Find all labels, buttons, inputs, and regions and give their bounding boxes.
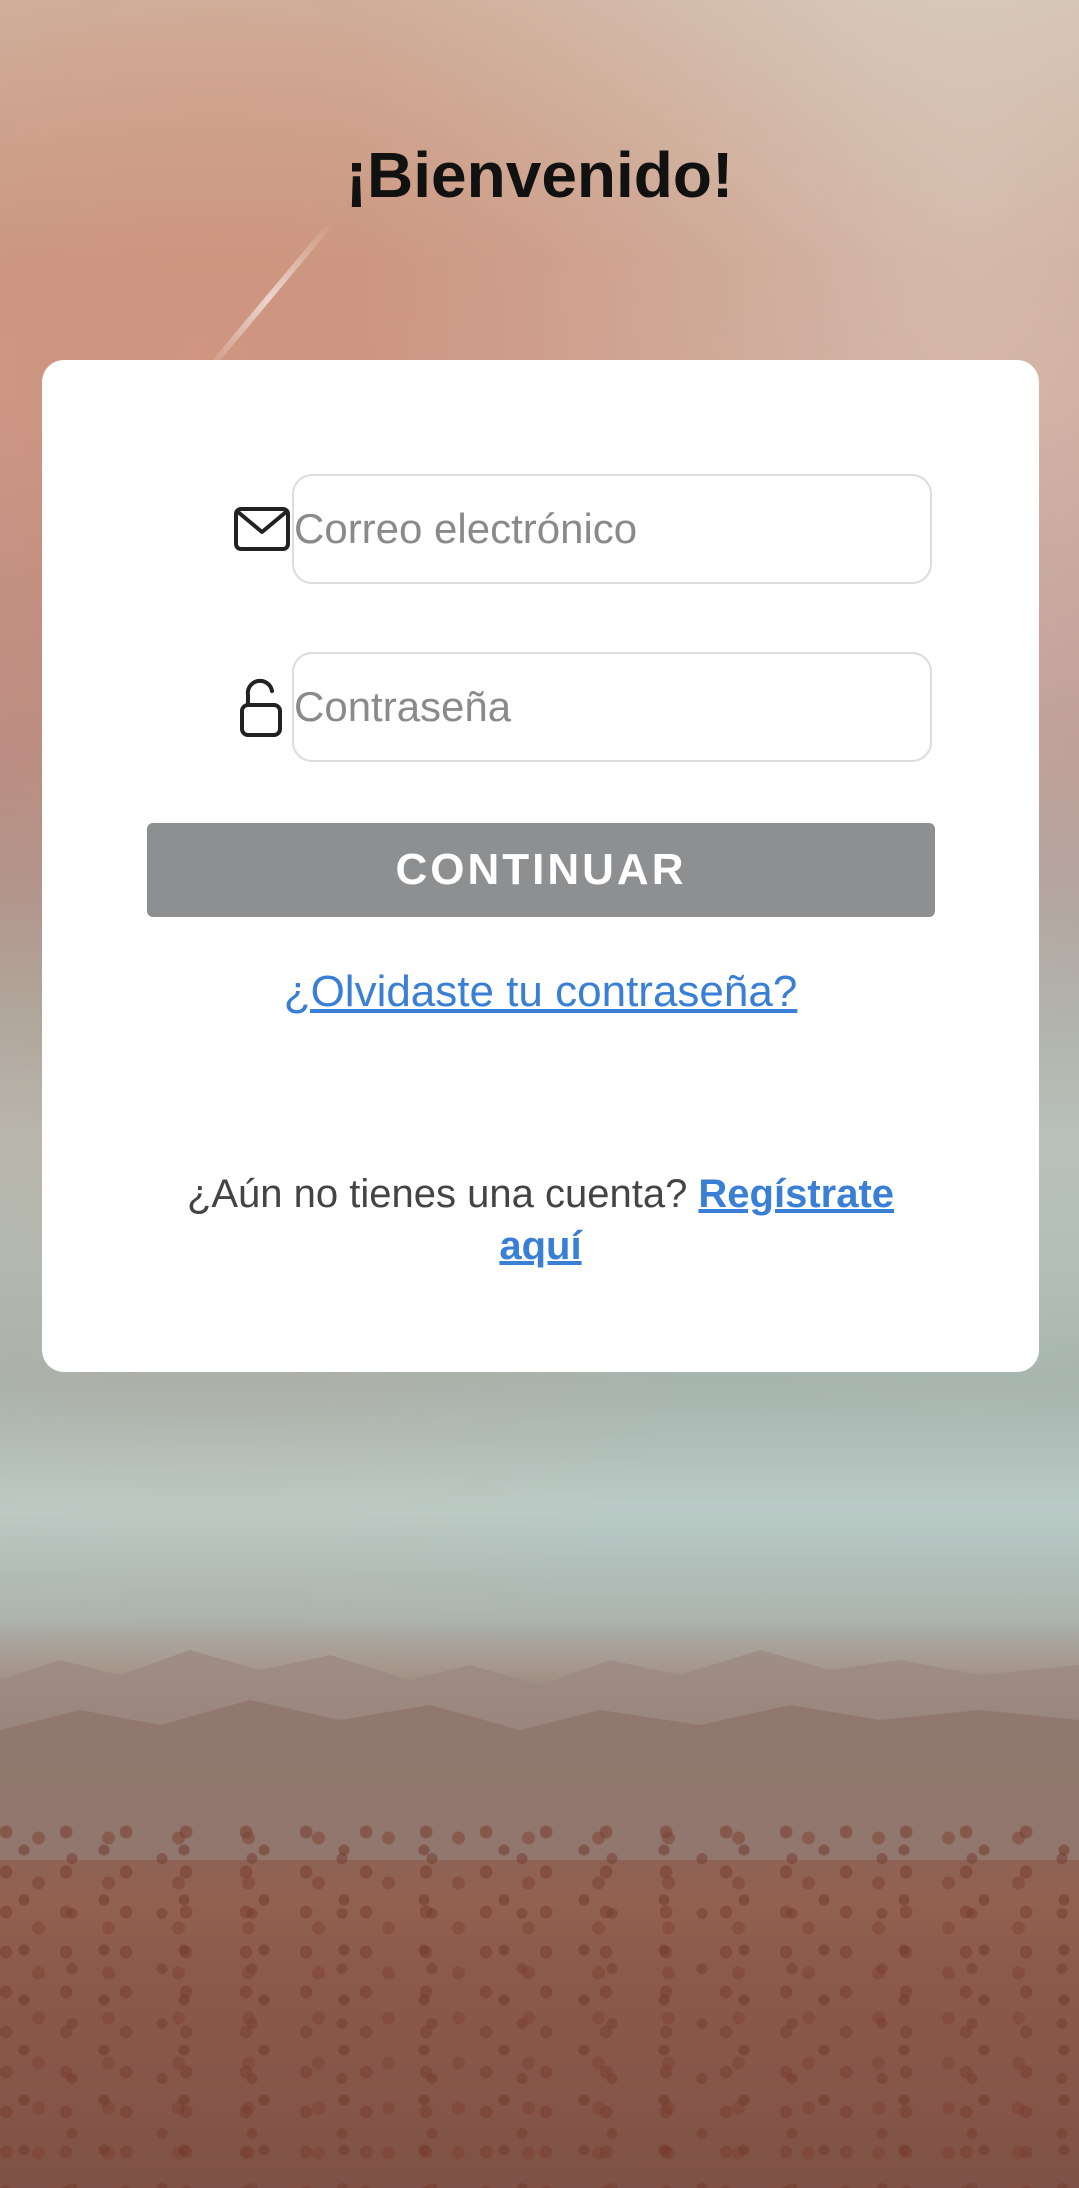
welcome-title: ¡Bienvenido! (345, 139, 734, 211)
unlocked-padlock-icon (232, 677, 292, 737)
background-haze (0, 1380, 1079, 1640)
password-field-row (192, 652, 932, 762)
forgot-password-link[interactable]: ¿Olvidaste tu contraseña? (42, 967, 1039, 1017)
background-desert-ground (0, 1820, 1079, 2188)
continue-button[interactable]: CONTINUAR (147, 823, 935, 917)
email-field[interactable] (292, 474, 932, 584)
password-field[interactable] (292, 652, 932, 762)
login-card: CONTINUAR ¿Olvidaste tu contraseña? ¿Aún… (42, 360, 1039, 1372)
email-field-row (192, 474, 932, 584)
envelope-icon (232, 499, 292, 559)
no-account-text: ¿Aún no tienes una cuenta? (186, 1172, 699, 1216)
background-contrail (201, 220, 335, 378)
register-prompt: ¿Aún no tienes una cuenta? Regístrate aq… (172, 1168, 909, 1272)
